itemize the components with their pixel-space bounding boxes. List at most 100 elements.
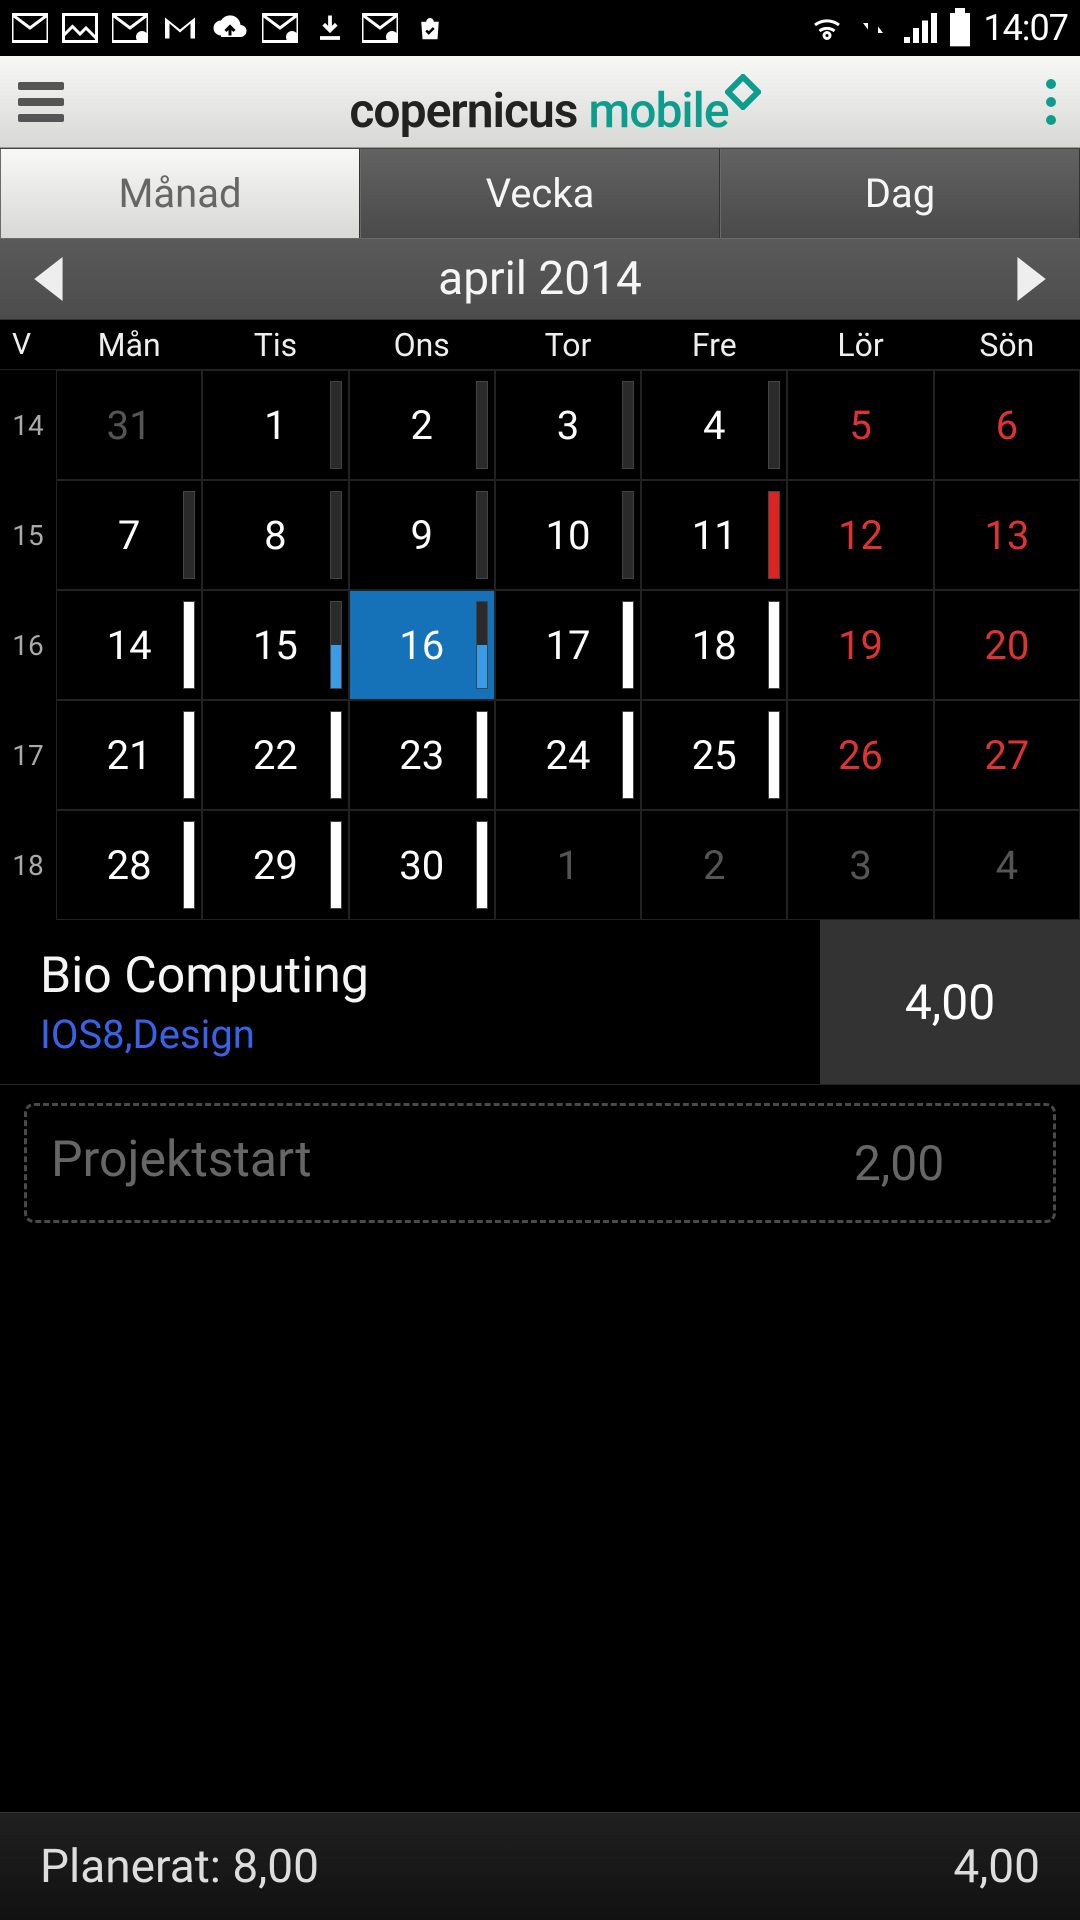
entry-title: Projektstart bbox=[51, 1131, 769, 1189]
calendar-day[interactable]: 3 bbox=[787, 810, 933, 920]
calendar-day[interactable]: 6 bbox=[934, 370, 1080, 480]
workload-bar bbox=[476, 491, 488, 579]
workload-bar bbox=[476, 711, 488, 799]
workload-bar bbox=[183, 601, 195, 689]
calendar-day[interactable]: 4 bbox=[641, 370, 787, 480]
day-number: 9 bbox=[410, 512, 432, 559]
day-number: 15 bbox=[253, 622, 298, 669]
day-number: 24 bbox=[546, 732, 591, 779]
day-header: Fre bbox=[641, 320, 787, 369]
image-icon bbox=[62, 13, 98, 43]
calendar-day[interactable]: 23 bbox=[349, 700, 495, 810]
calendar-grid: 1431123456157891011121316141516171819201… bbox=[0, 370, 1080, 920]
tab-dag[interactable]: Dag bbox=[720, 149, 1080, 238]
brand-text-b: mobile bbox=[588, 82, 728, 139]
calendar-day[interactable]: 24 bbox=[495, 700, 641, 810]
workload-bar bbox=[330, 381, 342, 469]
calendar-day[interactable]: 3 bbox=[495, 370, 641, 480]
time-entry[interactable]: Bio ComputingIOS8,Design4,00 bbox=[0, 920, 1080, 1085]
app-title: copernicus mobile bbox=[64, 65, 1046, 139]
workload-bar bbox=[183, 821, 195, 909]
total-value: 4,00 bbox=[953, 1840, 1040, 1894]
calendar-day[interactable]: 12 bbox=[787, 480, 933, 590]
mail-icon bbox=[12, 13, 48, 43]
entry-hours[interactable]: 4,00 bbox=[820, 920, 1080, 1084]
calendar-day[interactable]: 28 bbox=[56, 810, 202, 920]
status-icons-right: 14:07 bbox=[809, 7, 1068, 49]
mail-at-icon-3 bbox=[362, 13, 398, 43]
calendar-day[interactable]: 15 bbox=[202, 590, 348, 700]
calendar-day[interactable]: 11 bbox=[641, 480, 787, 590]
calendar-day[interactable]: 1 bbox=[202, 370, 348, 480]
month-navigation: april 2014 bbox=[0, 238, 1080, 320]
calendar-day[interactable]: 1 bbox=[495, 810, 641, 920]
calendar-week-row: 1431123456 bbox=[0, 370, 1080, 480]
signal-icon bbox=[901, 13, 937, 43]
calendar-week-row: 1578910111213 bbox=[0, 480, 1080, 590]
calendar-day-headers: VMånTisOnsTorFreLörSön bbox=[0, 320, 1080, 370]
calendar-day[interactable]: 26 bbox=[787, 700, 933, 810]
planned-value: 8,00 bbox=[232, 1840, 319, 1894]
time-entries: Bio ComputingIOS8,Design4,00 Projektstart… bbox=[0, 920, 1080, 1223]
day-number: 13 bbox=[984, 512, 1029, 559]
entry-placeholder[interactable]: Projektstart2,00 bbox=[24, 1103, 1056, 1223]
calendar-day[interactable]: 2 bbox=[641, 810, 787, 920]
calendar-day[interactable]: 22 bbox=[202, 700, 348, 810]
day-number: 12 bbox=[838, 512, 883, 559]
calendar-day[interactable]: 21 bbox=[56, 700, 202, 810]
hamburger-menu-icon[interactable] bbox=[18, 82, 64, 122]
calendar-day[interactable]: 27 bbox=[934, 700, 1080, 810]
tab-månad[interactable]: Månad bbox=[0, 149, 360, 238]
status-bar: 14:07 bbox=[0, 0, 1080, 56]
battery-icon bbox=[947, 8, 973, 48]
day-header: Sön bbox=[934, 320, 1080, 369]
summary-footer: Planerat: 8,00 4,00 bbox=[0, 1812, 1080, 1920]
calendar-day[interactable]: 29 bbox=[202, 810, 348, 920]
prev-month-button[interactable] bbox=[0, 257, 100, 301]
calendar-day[interactable]: 9 bbox=[349, 480, 495, 590]
calendar-day[interactable]: 16 bbox=[349, 590, 495, 700]
workload-bar bbox=[330, 711, 342, 799]
day-number: 1 bbox=[264, 402, 286, 449]
calendar-day[interactable]: 30 bbox=[349, 810, 495, 920]
mail-at-icon bbox=[112, 13, 148, 43]
workload-bar bbox=[330, 601, 342, 689]
calendar-day[interactable]: 25 bbox=[641, 700, 787, 810]
calendar-week-row: 1614151617181920 bbox=[0, 590, 1080, 700]
next-month-button[interactable] bbox=[980, 257, 1080, 301]
calendar-day[interactable]: 2 bbox=[349, 370, 495, 480]
calendar-day[interactable]: 4 bbox=[934, 810, 1080, 920]
calendar-day[interactable]: 10 bbox=[495, 480, 641, 590]
calendar-day[interactable]: 19 bbox=[787, 590, 933, 700]
workload-bar bbox=[768, 711, 780, 799]
planned-summary: Planerat: 8,00 bbox=[40, 1840, 953, 1894]
calendar-day[interactable]: 31 bbox=[56, 370, 202, 480]
entry-title: Bio Computing bbox=[40, 947, 820, 1005]
day-number: 22 bbox=[253, 732, 298, 779]
data-icon bbox=[855, 13, 891, 43]
day-number: 2 bbox=[410, 402, 432, 449]
calendar-day[interactable]: 20 bbox=[934, 590, 1080, 700]
calendar-day[interactable]: 18 bbox=[641, 590, 787, 700]
gmail-icon bbox=[162, 13, 198, 43]
calendar-day[interactable]: 13 bbox=[934, 480, 1080, 590]
tab-vecka[interactable]: Vecka bbox=[360, 149, 720, 238]
week-number: 16 bbox=[0, 590, 56, 700]
calendar-day[interactable]: 5 bbox=[787, 370, 933, 480]
day-number: 21 bbox=[107, 732, 152, 779]
day-header: Tor bbox=[495, 320, 641, 369]
day-number: 8 bbox=[264, 512, 286, 559]
week-number: 18 bbox=[0, 810, 56, 920]
calendar-day[interactable]: 7 bbox=[56, 480, 202, 590]
calendar-day[interactable]: 14 bbox=[56, 590, 202, 700]
calendar-day[interactable]: 17 bbox=[495, 590, 641, 700]
wifi-icon bbox=[809, 13, 845, 43]
entry-hours[interactable]: 2,00 bbox=[769, 1135, 1029, 1192]
workload-bar bbox=[768, 491, 780, 579]
day-number: 11 bbox=[692, 512, 737, 559]
day-number: 1 bbox=[557, 842, 579, 889]
day-number: 4 bbox=[996, 842, 1018, 889]
workload-bar bbox=[183, 711, 195, 799]
calendar-day[interactable]: 8 bbox=[202, 480, 348, 590]
more-options-icon[interactable] bbox=[1046, 79, 1062, 125]
